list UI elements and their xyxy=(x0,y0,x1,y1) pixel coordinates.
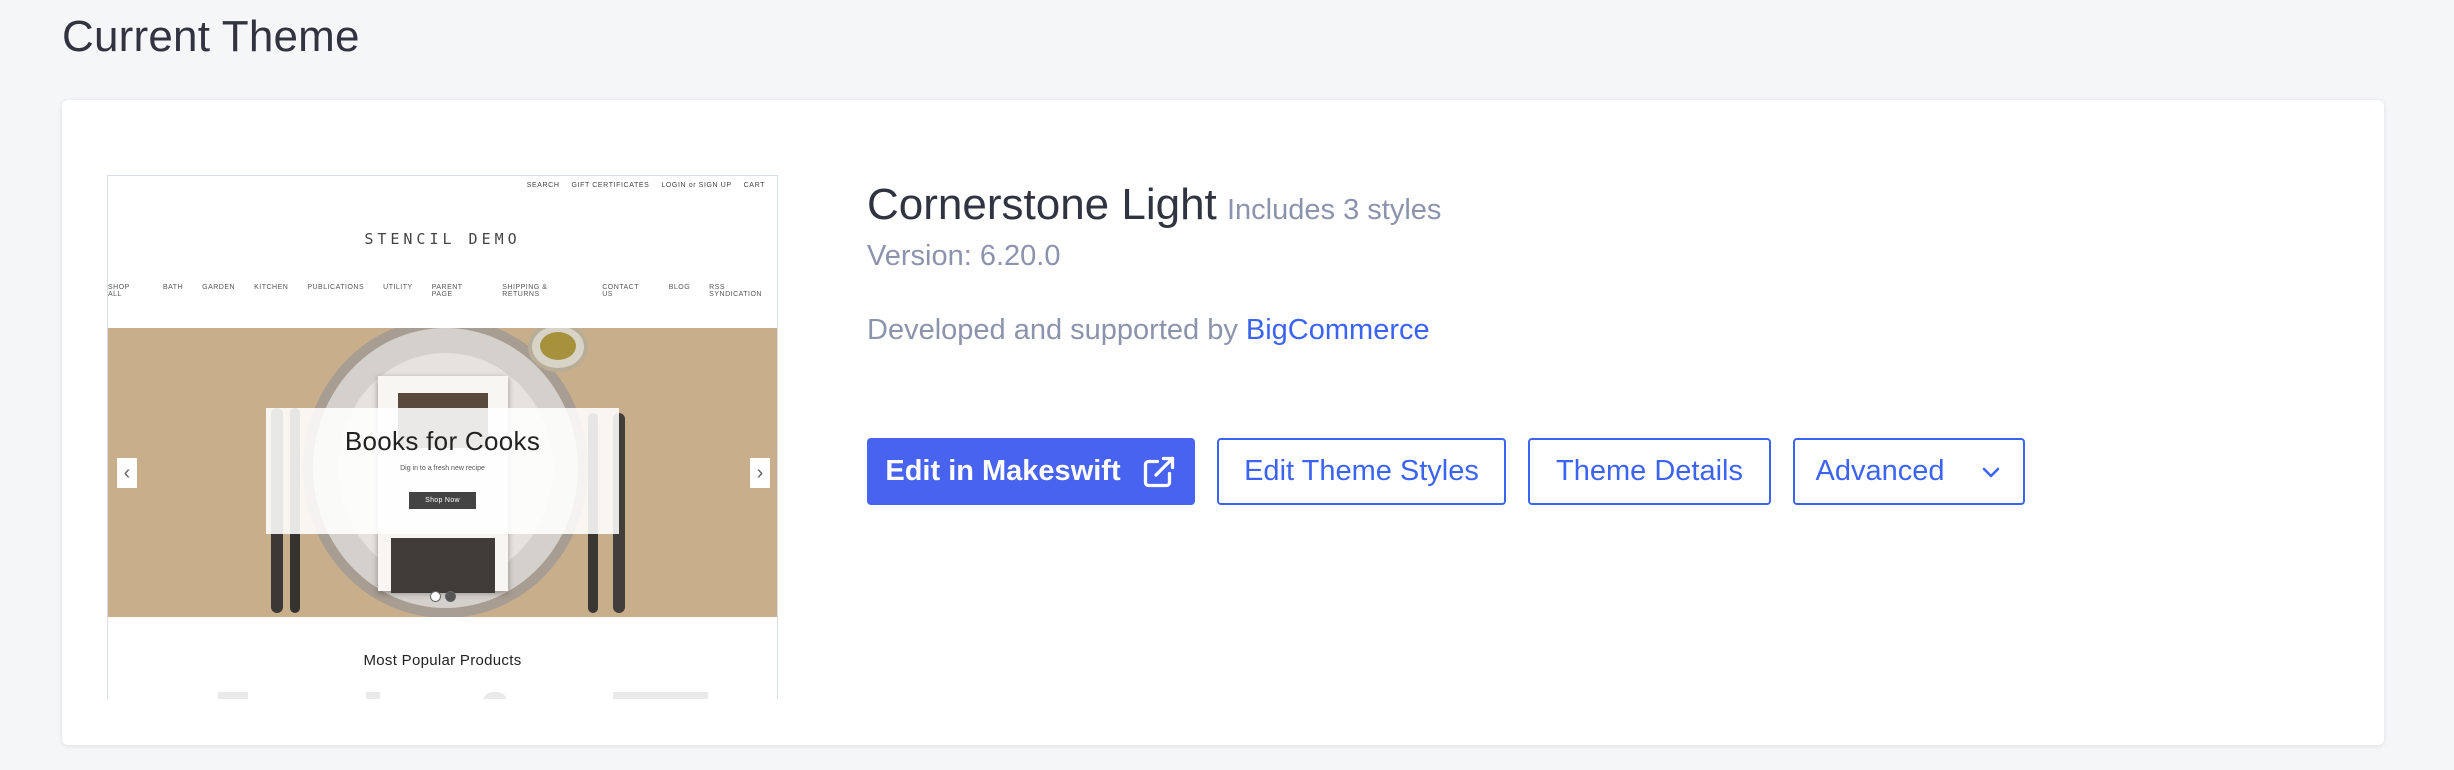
chevron-left-icon: ‹ xyxy=(117,458,137,488)
preview-nav-item: PARENT PAGE xyxy=(431,284,463,298)
advanced-label: Advanced xyxy=(1815,455,1945,487)
preview-nav-item: RSS SYNDICATION xyxy=(709,284,762,298)
preview-store-name: STENCIL DEMO xyxy=(364,230,521,248)
edit-theme-styles-button[interactable]: Edit Theme Styles xyxy=(1217,438,1506,505)
theme-details-label: Theme Details xyxy=(1556,455,1743,487)
chevron-right-icon: › xyxy=(750,458,770,488)
edit-theme-styles-label: Edit Theme Styles xyxy=(1244,455,1479,487)
carousel-dots xyxy=(430,591,456,602)
preview-nav-item: BATH xyxy=(162,284,184,291)
hero-subtext: Dig in to a fresh new recipe xyxy=(400,465,485,472)
carousel-dot xyxy=(430,591,441,602)
hero-overlay: Books for Cooks Dig in to a fresh new re… xyxy=(266,408,619,534)
edit-in-makeswift-label: Edit in Makeswift xyxy=(885,455,1121,487)
preview-utility-link: GIFT CERTIFICATES xyxy=(571,182,650,189)
theme-styles-note: Includes 3 styles xyxy=(1227,194,1442,226)
preview-section-heading: Most Popular Products xyxy=(363,652,522,669)
developer-link[interactable]: BigCommerce xyxy=(1246,314,1430,346)
preview-utility-link: SEARCH xyxy=(526,182,560,189)
preview-utility-link: LOGIN or SIGN UP xyxy=(661,182,732,189)
preview-nav-item: UTILITY xyxy=(383,284,413,291)
hero-heading: Books for Cooks xyxy=(344,426,541,456)
preview-nav: SHOP ALL BATH GARDEN KITCHEN PUBLICATION… xyxy=(108,284,777,298)
preview-nav-item: PUBLICATIONS xyxy=(307,284,365,291)
preview-nav-item: GARDEN xyxy=(202,284,236,291)
theme-name: Cornerstone Light xyxy=(867,180,1217,229)
external-link-icon xyxy=(1141,454,1177,490)
theme-details-button[interactable]: Theme Details xyxy=(1528,438,1771,505)
preview-hero-image: Books for Cooks Dig in to a fresh new re… xyxy=(108,328,777,617)
developer-prefix: Developed and supported by xyxy=(867,314,1238,346)
page-title: Current Theme xyxy=(62,12,360,61)
edit-in-makeswift-button[interactable]: Edit in Makeswift xyxy=(867,438,1195,505)
hero-book-photo xyxy=(391,538,495,593)
current-theme-card: SEARCH GIFT CERTIFICATES LOGIN or SIGN U… xyxy=(62,100,2384,745)
preview-nav-item: SHIPPING & RETURNS xyxy=(502,284,548,298)
preview-utility-link: CART xyxy=(743,182,765,189)
theme-version: Version: 6.20.0 xyxy=(867,240,1061,272)
preview-product-placeholder xyxy=(613,692,708,699)
theme-preview-thumbnail[interactable]: SEARCH GIFT CERTIFICATES LOGIN or SIGN U… xyxy=(107,175,778,699)
hero-shop-button: Shop Now xyxy=(409,492,476,509)
carousel-dot-active xyxy=(445,591,456,602)
advanced-dropdown-button[interactable]: Advanced xyxy=(1793,438,2025,505)
preview-nav-item: CONTACT US xyxy=(602,284,639,298)
preview-utility-links: SEARCH GIFT CERTIFICATES LOGIN or SIGN U… xyxy=(527,182,765,189)
preview-nav-item: KITCHEN xyxy=(254,284,289,291)
theme-developer: Developed and supported by BigCommerce xyxy=(867,314,1430,347)
chevron-down-icon xyxy=(1979,460,2003,484)
preview-nav-item: SHOP ALL xyxy=(108,284,130,298)
preview-product-placeholder xyxy=(483,692,507,699)
preview-product-placeholder xyxy=(366,692,380,699)
preview-nav-item: BLOG xyxy=(668,284,691,291)
hero-tea-shape xyxy=(540,332,576,360)
preview-product-placeholder xyxy=(218,692,248,699)
